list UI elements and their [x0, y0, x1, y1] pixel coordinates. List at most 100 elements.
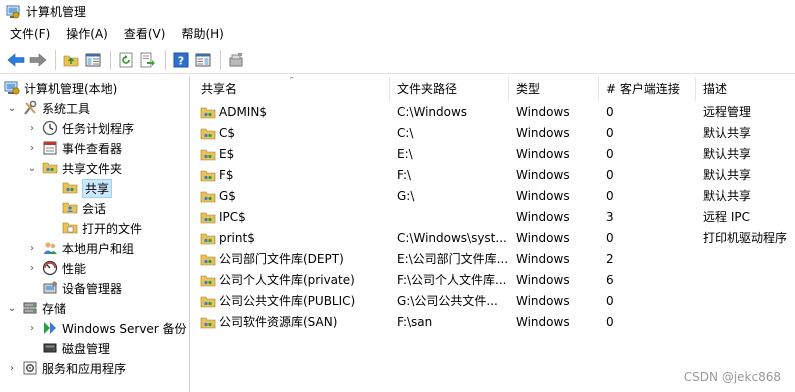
shared-folder-icon: [42, 160, 58, 176]
column-header-label: 描述: [703, 82, 728, 96]
table-row[interactable]: 公司公共文件库(PUBLIC) G:\公司公共文件... Windows 0: [194, 291, 795, 312]
column-header-type[interactable]: 类型: [509, 77, 599, 101]
clock-icon: [42, 120, 58, 136]
cell-type: Windows: [516, 147, 570, 161]
shared-folder-icon: [200, 147, 216, 163]
table-row[interactable]: 公司部门文件库(DEPT) E:\公司部门文件库... Windows 2: [194, 249, 795, 270]
column-header-label: 文件夹路径: [397, 82, 458, 96]
share-name-text: 公司个人文件库(private): [219, 273, 355, 287]
share-name-text: 公司软件资源库(SAN): [219, 315, 338, 329]
refresh-icon[interactable]: [116, 50, 136, 70]
tree-label: 共享文件夹: [62, 161, 123, 176]
chevron-right-icon[interactable]: ›: [26, 142, 38, 154]
performance-icon: [42, 260, 58, 276]
tree-item-storage[interactable]: ⌄ 存储: [6, 298, 66, 318]
tree-item-local-users-groups[interactable]: › 本地用户和组: [26, 238, 134, 258]
table-row[interactable]: C$ C:\ Windows 0 默认共享: [194, 123, 795, 144]
chevron-down-icon[interactable]: ⌄: [26, 162, 38, 174]
toolbar-separator: [165, 49, 166, 70]
cell-type: Windows: [516, 126, 570, 140]
disk-management-icon: [42, 340, 58, 356]
cell-share-name: E$: [194, 144, 390, 165]
cell-client-connections: 0: [606, 294, 614, 308]
show-hide-tree-icon[interactable]: [83, 50, 103, 70]
sort-ascending-icon: ⌃: [288, 77, 296, 86]
cell-description: 默认共享: [703, 147, 752, 161]
cell-description: [696, 312, 795, 333]
cell-type: Windows: [516, 294, 570, 308]
chevron-right-icon[interactable]: ›: [26, 122, 38, 134]
tree-item-open-files[interactable]: 打开的文件: [62, 218, 142, 238]
tree-item-shared-folders[interactable]: ⌄ 共享文件夹: [26, 158, 122, 178]
up-folder-icon[interactable]: [61, 50, 81, 70]
cell-type: Windows: [516, 210, 570, 224]
table-row[interactable]: G$ G:\ Windows 0 默认共享: [194, 186, 795, 207]
export-list-icon[interactable]: [138, 50, 158, 70]
tree-item-performance[interactable]: › 性能: [26, 258, 86, 278]
watermark: CSDN @jekc868: [683, 370, 781, 384]
tree-item-shares[interactable]: 共享: [62, 178, 113, 198]
event-viewer-icon: [42, 140, 58, 156]
new-share-icon[interactable]: [226, 50, 246, 70]
table-row[interactable]: 公司个人文件库(private) F:\公司个人文件库... Windows 6: [194, 270, 795, 291]
tree-label: 性能: [62, 261, 87, 276]
column-header-label: 类型: [516, 82, 541, 96]
cell-folder-path: G:\公司公共文件...: [397, 294, 498, 308]
shared-folder-icon: [200, 105, 216, 121]
toolbar-separator: [110, 49, 111, 70]
toolbar: ?: [0, 46, 795, 74]
shared-folder-icon: [200, 210, 216, 226]
forward-icon[interactable]: [28, 50, 48, 70]
show-hide-action-pane-icon[interactable]: [193, 50, 213, 70]
tree-item-computer-management[interactable]: 计算机管理(本地): [4, 78, 117, 98]
column-header-label: 共享名: [201, 82, 238, 96]
menu-help[interactable]: 帮助(H): [172, 23, 230, 45]
tree-item-event-viewer[interactable]: › 事件查看器: [26, 138, 122, 158]
table-row[interactable]: 公司软件资源库(SAN) F:\san Windows 0: [194, 312, 795, 333]
tree-item-system-tools[interactable]: ⌄ 系统工具: [6, 98, 90, 118]
tree-label: Windows Server 备份: [62, 321, 187, 336]
back-icon[interactable]: [6, 50, 26, 70]
table-row[interactable]: IPC$ Windows 3 远程 IPC: [194, 207, 795, 228]
chevron-down-icon[interactable]: ⌄: [6, 302, 18, 314]
cell-client-connections: 3: [606, 210, 614, 224]
menu-file[interactable]: 文件(F): [0, 23, 57, 45]
tree-label: 事件查看器: [62, 141, 123, 156]
tree-label: 磁盘管理: [62, 341, 111, 356]
table-row[interactable]: ADMIN$ C:\Windows Windows 0 远程管理: [194, 102, 795, 123]
chevron-right-icon[interactable]: ›: [26, 322, 38, 334]
chevron-down-icon[interactable]: ⌄: [6, 102, 18, 114]
cell-client-connections: 0: [606, 168, 614, 182]
help-icon[interactable]: ?: [171, 50, 191, 70]
tree-item-services-applications[interactable]: › 服务和应用程序: [6, 358, 126, 378]
table-row[interactable]: print$ C:\Windows\syst... Windows 0 打印机驱动程序: [194, 228, 795, 249]
tree-item-device-manager[interactable]: 设备管理器: [42, 278, 122, 298]
column-header-label: # 客户端连接: [606, 82, 680, 96]
tree-item-task-scheduler[interactable]: › 任务计划程序: [26, 118, 134, 138]
menu-action[interactable]: 操作(A): [57, 23, 115, 45]
cell-description: 打印机驱动程序: [703, 231, 788, 245]
column-header-client-connections[interactable]: # 客户端连接: [599, 77, 696, 101]
tree-item-windows-server-backup[interactable]: › Windows Server 备份: [26, 318, 187, 338]
column-header-description[interactable]: 描述: [696, 77, 795, 101]
cell-folder-path: E:\公司部门文件库...: [397, 252, 509, 266]
tree-label: 共享: [82, 178, 113, 198]
tree-item-disk-management[interactable]: 磁盘管理: [42, 338, 110, 358]
table-row[interactable]: E$ E:\ Windows 0 默认共享: [194, 144, 795, 165]
cell-client-connections: 0: [606, 105, 614, 119]
cell-description: [696, 270, 795, 291]
title-bar: 计算机管理: [0, 0, 795, 23]
table-row[interactable]: F$ F:\ Windows 0 默认共享: [194, 165, 795, 186]
chevron-right-icon[interactable]: ›: [6, 362, 18, 374]
column-header-folder-path[interactable]: 文件夹路径: [390, 77, 509, 101]
cell-folder-path: C:\: [397, 126, 414, 140]
menu-view[interactable]: 查看(V): [115, 23, 173, 45]
cell-folder-path: C:\Windows: [397, 105, 468, 119]
chevron-right-icon[interactable]: ›: [26, 262, 38, 274]
open-files-icon: [62, 220, 78, 236]
tree-item-sessions[interactable]: 会话: [62, 198, 106, 218]
chevron-right-icon[interactable]: ›: [26, 242, 38, 254]
column-header-share-name[interactable]: ⌃ 共享名: [194, 77, 390, 101]
computer-management-icon: [6, 5, 20, 19]
cell-type: Windows: [516, 252, 570, 266]
